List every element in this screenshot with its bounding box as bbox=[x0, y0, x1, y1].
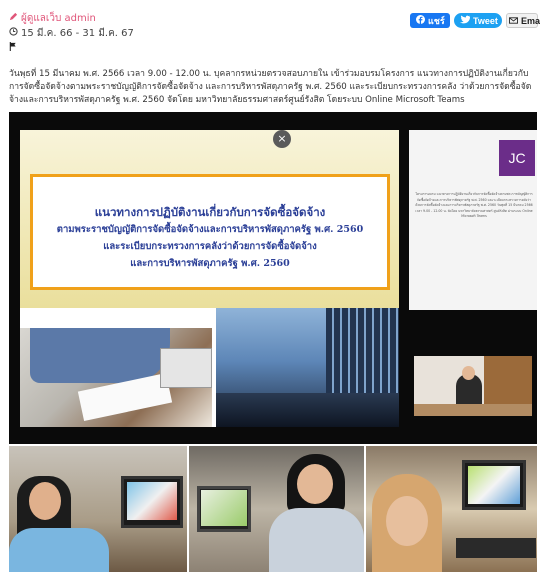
participant-video-tile bbox=[414, 356, 532, 416]
share-buttons: แชร์ Tweet Email bbox=[410, 13, 540, 28]
facebook-share-label: แชร์ bbox=[428, 15, 445, 26]
post-date: 15 มี.ค. 66 - 31 มี.ค. 67 bbox=[9, 27, 134, 40]
presentation-slide: แนวทางการปฏิบัติงานเกี่ยวกับการจัดซื้อจั… bbox=[20, 130, 399, 427]
photo3-screen-shape bbox=[468, 466, 520, 504]
slide-line-4: และการบริหารพัสดุภาครัฐ พ.ศ. 2560 bbox=[130, 258, 290, 269]
photo1-face-shape bbox=[29, 482, 61, 520]
post-author[interactable]: ผู้ดูแลเว็บ admin bbox=[9, 12, 134, 25]
slide-photo-building bbox=[216, 308, 399, 427]
photo2-shirt-shape bbox=[269, 508, 364, 572]
email-icon bbox=[509, 16, 518, 26]
jc-logo: JC bbox=[499, 140, 535, 176]
collage-photo-1 bbox=[9, 446, 187, 572]
pencil-icon bbox=[9, 12, 18, 25]
date-range: 15 มี.ค. 66 - 31 มี.ค. 67 bbox=[21, 28, 134, 39]
photo2-face-shape bbox=[297, 464, 333, 504]
clock-icon bbox=[9, 27, 18, 40]
close-icon[interactable]: × bbox=[273, 130, 291, 148]
twitter-tweet-label: Tweet bbox=[473, 15, 498, 26]
photo-collage bbox=[9, 446, 537, 572]
slide-line-3: และระเบียบกระทรวงการคลังว่าด้วยการจัดซื้… bbox=[103, 241, 317, 252]
panel-text: โครงการอบรม แนวทางการปฏิบัติงานเกี่ยวกับ… bbox=[415, 192, 533, 218]
twitter-tweet-button[interactable]: Tweet bbox=[454, 13, 502, 28]
slide-title-banner: แนวทางการปฏิบัติงานเกี่ยวกับการจัดซื้อจั… bbox=[30, 174, 390, 290]
photo-tower-shape bbox=[326, 308, 399, 398]
facebook-icon bbox=[416, 15, 425, 26]
collage-photo-3 bbox=[366, 446, 537, 572]
facebook-share-button[interactable]: แชร์ bbox=[410, 13, 450, 28]
photo2-screen-shape bbox=[201, 490, 247, 526]
video-face-shape bbox=[462, 366, 475, 380]
slide-line-2: ตามพระราชบัญญัติการจัดซื้อจัดจ้างและการบ… bbox=[56, 224, 364, 235]
flag-icon[interactable] bbox=[9, 42, 134, 55]
email-share-button[interactable]: Email bbox=[506, 13, 540, 28]
author-name: ผู้ดูแลเว็บ admin bbox=[21, 13, 96, 24]
slide-title: แนวทางการปฏิบัติงานเกี่ยวกับการจัดซื้อจั… bbox=[94, 205, 326, 219]
email-share-label: Email bbox=[521, 15, 540, 26]
meeting-screenshot-image: แนวทางการปฏิบัติงานเกี่ยวกับการจัดซื้อจั… bbox=[9, 112, 537, 444]
photo1-shirt-shape bbox=[9, 528, 109, 572]
video-desk-shape bbox=[414, 404, 532, 416]
post-meta: ผู้ดูแลเว็บ admin 15 มี.ค. 66 - 31 มี.ค.… bbox=[9, 12, 134, 55]
photo-sleeve-shape bbox=[30, 328, 170, 383]
photo-floor-shape bbox=[216, 393, 399, 427]
post-description: วันพุธที่ 15 มีนาคม พ.ศ. 2566 เวลา 9.00 … bbox=[9, 69, 532, 105]
photo-laptop-shape bbox=[160, 348, 212, 388]
twitter-bird-icon bbox=[460, 15, 471, 26]
collage-photo-2 bbox=[189, 446, 364, 572]
photo3-face-shape bbox=[386, 496, 428, 546]
photo1-screen-shape bbox=[127, 482, 177, 520]
teams-side-panel: JC โครงการอบรม แนวทางการปฏิบัติงานเกี่ยว… bbox=[409, 130, 537, 310]
slide-photo-writing bbox=[20, 328, 212, 427]
photo3-keyboard-shape bbox=[456, 538, 536, 558]
